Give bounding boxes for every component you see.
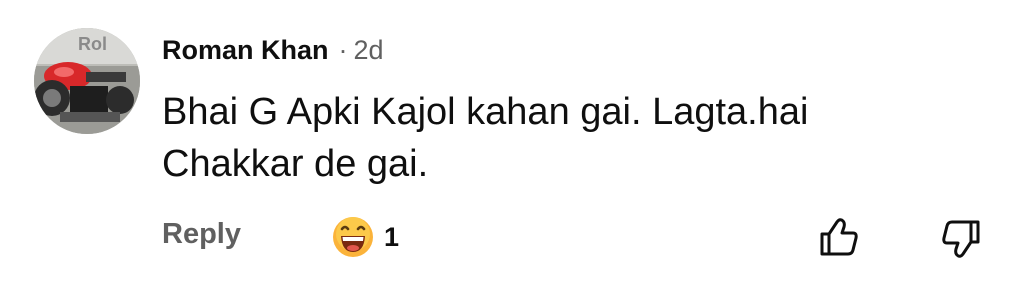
avatar[interactable]: Rol xyxy=(34,28,140,134)
comment-timestamp: 2d xyxy=(353,34,384,65)
reply-button[interactable]: Reply xyxy=(162,218,241,251)
comment-text-line: Bhai G Apki Kajol kahan gai. Lagta.hai xyxy=(162,91,809,133)
reaction-badge[interactable]: 1 xyxy=(330,214,399,260)
avatar-logo-text: Rol xyxy=(78,34,107,54)
thumbs-down-icon[interactable] xyxy=(938,216,984,262)
reaction-count: 1 xyxy=(384,221,400,252)
comment-text: Bhai G Apki Kajol kahan gai. Lagta.hai C… xyxy=(162,86,982,190)
comment-actions: Reply 1 xyxy=(162,212,992,262)
grinning-face-emoji-icon xyxy=(333,217,373,257)
comment-text-line: Chakkar de gai. xyxy=(162,143,429,185)
author-name[interactable]: Roman Khan xyxy=(162,35,329,66)
comment-card: Rol Roman Khan · 2d Bhai G Apki Kajol ka… xyxy=(0,0,1024,300)
comment-header: Roman Khan · 2d xyxy=(162,30,384,70)
thumbs-up-icon[interactable] xyxy=(816,214,862,260)
header-separator: · xyxy=(338,34,348,65)
motorcycle-avatar-image: Rol xyxy=(34,28,140,134)
